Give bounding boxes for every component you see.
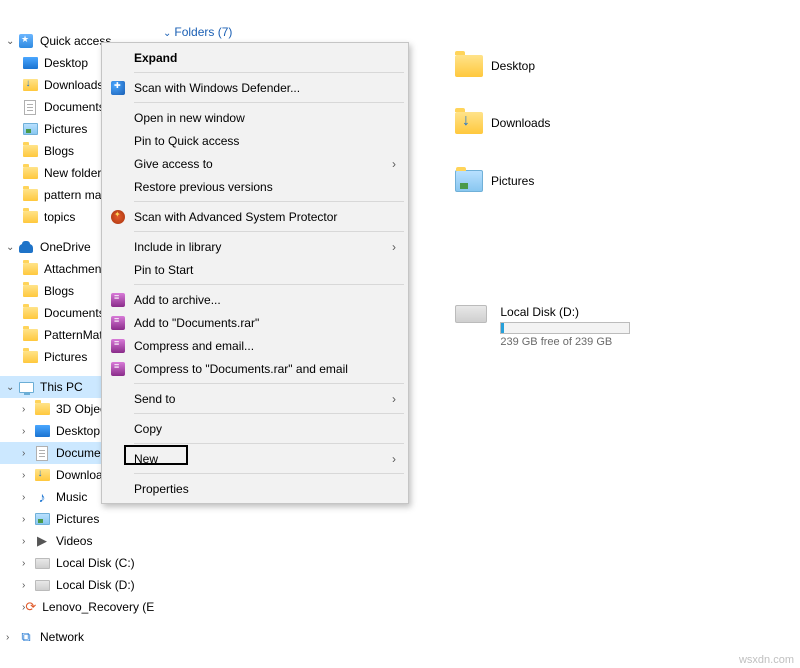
folder-icon bbox=[22, 209, 38, 225]
menu-new[interactable]: New› bbox=[104, 447, 406, 470]
desktop-icon bbox=[34, 423, 50, 439]
chevron-down-icon: ⌄ bbox=[163, 28, 171, 39]
pictures-folder-icon bbox=[455, 170, 483, 192]
separator bbox=[134, 443, 404, 444]
downloads-icon bbox=[22, 77, 38, 93]
document-icon bbox=[34, 445, 50, 461]
sidebar-item-videos[interactable]: ›▶Videos bbox=[0, 530, 155, 552]
folder-item-desktop[interactable]: Desktop bbox=[455, 55, 575, 77]
submenu-arrow-icon: › bbox=[392, 157, 396, 171]
chevron-right-icon: › bbox=[22, 404, 34, 415]
watermark: wsxdn.com bbox=[739, 654, 794, 666]
drive-icon bbox=[34, 555, 50, 571]
folder-icon bbox=[22, 349, 38, 365]
menu-send-to[interactable]: Send to› bbox=[104, 387, 406, 410]
folder-icon bbox=[22, 143, 38, 159]
drive-name: Local Disk (D:) bbox=[500, 305, 630, 319]
menu-pin-start[interactable]: Pin to Start bbox=[104, 258, 406, 281]
separator bbox=[134, 383, 404, 384]
downloads-icon bbox=[34, 467, 50, 483]
folder-icon bbox=[455, 55, 483, 77]
folder-icon bbox=[22, 165, 38, 181]
folder-icon bbox=[22, 187, 38, 203]
sidebar-item-pc-pictures[interactable]: ›Pictures bbox=[0, 508, 155, 530]
sidebar-item-drive-d[interactable]: ›Local Disk (D:) bbox=[0, 574, 155, 596]
menu-include-library[interactable]: Include in library› bbox=[104, 235, 406, 258]
network-icon: ⧉ bbox=[18, 629, 34, 645]
folder-item-downloads[interactable]: Downloads bbox=[455, 112, 575, 134]
winrar-icon bbox=[110, 292, 126, 308]
folder-item-pictures[interactable]: Pictures bbox=[455, 170, 575, 192]
chevron-right-icon: › bbox=[22, 426, 34, 437]
menu-scan-defender[interactable]: Scan with Windows Defender... bbox=[104, 76, 406, 99]
music-icon: ♪ bbox=[34, 489, 50, 505]
menu-add-rar[interactable]: Add to "Documents.rar" bbox=[104, 311, 406, 334]
separator bbox=[134, 102, 404, 103]
separator bbox=[134, 231, 404, 232]
recovery-icon: ⟳ bbox=[25, 599, 36, 615]
separator bbox=[134, 72, 404, 73]
drive-usage-bar bbox=[500, 322, 630, 334]
star-icon bbox=[18, 33, 34, 49]
winrar-icon bbox=[110, 361, 126, 377]
chevron-right-icon: › bbox=[22, 558, 34, 569]
onedrive-icon bbox=[18, 239, 34, 255]
menu-pin-quick-access[interactable]: Pin to Quick access bbox=[104, 129, 406, 152]
chevron-down-icon: ⌄ bbox=[6, 36, 18, 47]
menu-expand[interactable]: Expand bbox=[104, 46, 406, 69]
drive-free-text: 239 GB free of 239 GB bbox=[500, 336, 630, 348]
submenu-arrow-icon: › bbox=[392, 240, 396, 254]
folders-header[interactable]: ⌄Folders (7) bbox=[163, 24, 232, 39]
folder-icon bbox=[34, 401, 50, 417]
menu-compress-rar-email[interactable]: Compress to "Documents.rar" and email bbox=[104, 357, 406, 380]
menu-compress-email[interactable]: Compress and email... bbox=[104, 334, 406, 357]
submenu-arrow-icon: › bbox=[392, 452, 396, 466]
chevron-down-icon: ⌄ bbox=[6, 242, 18, 253]
menu-restore-versions[interactable]: Restore previous versions bbox=[104, 175, 406, 198]
sidebar-item-drive-c[interactable]: ›Local Disk (C:) bbox=[0, 552, 155, 574]
folder-icon bbox=[22, 261, 38, 277]
menu-open-new-window[interactable]: Open in new window bbox=[104, 106, 406, 129]
drive-item-d[interactable]: Local Disk (D:) 239 GB free of 239 GB bbox=[455, 305, 630, 348]
chevron-right-icon: › bbox=[22, 514, 34, 525]
pictures-icon bbox=[22, 121, 38, 137]
shield-icon bbox=[110, 80, 126, 96]
menu-add-archive[interactable]: Add to archive... bbox=[104, 288, 406, 311]
chevron-right-icon: › bbox=[22, 470, 34, 481]
pictures-icon bbox=[34, 511, 50, 527]
document-icon bbox=[22, 99, 38, 115]
separator bbox=[134, 413, 404, 414]
chevron-right-icon: › bbox=[22, 492, 34, 503]
menu-copy[interactable]: Copy bbox=[104, 417, 406, 440]
video-icon: ▶ bbox=[34, 533, 50, 549]
folder-icon bbox=[22, 305, 38, 321]
winrar-icon bbox=[110, 315, 126, 331]
chevron-right-icon: › bbox=[22, 536, 34, 547]
downloads-folder-icon bbox=[455, 112, 483, 134]
sidebar-network[interactable]: › ⧉ Network bbox=[0, 626, 155, 648]
asp-icon bbox=[110, 209, 126, 225]
menu-properties[interactable]: Properties bbox=[104, 477, 406, 500]
menu-scan-asp[interactable]: Scan with Advanced System Protector bbox=[104, 205, 406, 228]
desktop-icon bbox=[22, 55, 38, 71]
sidebar-item-lenovo[interactable]: ›⟳Lenovo_Recovery (E:) bbox=[0, 596, 155, 618]
context-menu: Expand Scan with Windows Defender... Ope… bbox=[101, 42, 409, 504]
chevron-right-icon: › bbox=[6, 632, 18, 643]
chevron-down-icon: ⌄ bbox=[6, 382, 18, 393]
folder-icon bbox=[22, 327, 38, 343]
folder-icon bbox=[22, 283, 38, 299]
drive-icon bbox=[455, 305, 487, 323]
drive-icon bbox=[34, 577, 50, 593]
separator bbox=[134, 201, 404, 202]
chevron-right-icon: › bbox=[22, 448, 34, 459]
winrar-icon bbox=[110, 338, 126, 354]
menu-give-access[interactable]: Give access to› bbox=[104, 152, 406, 175]
pc-icon bbox=[18, 379, 34, 395]
separator bbox=[134, 284, 404, 285]
submenu-arrow-icon: › bbox=[392, 392, 396, 406]
chevron-right-icon: › bbox=[22, 580, 34, 591]
separator bbox=[134, 473, 404, 474]
